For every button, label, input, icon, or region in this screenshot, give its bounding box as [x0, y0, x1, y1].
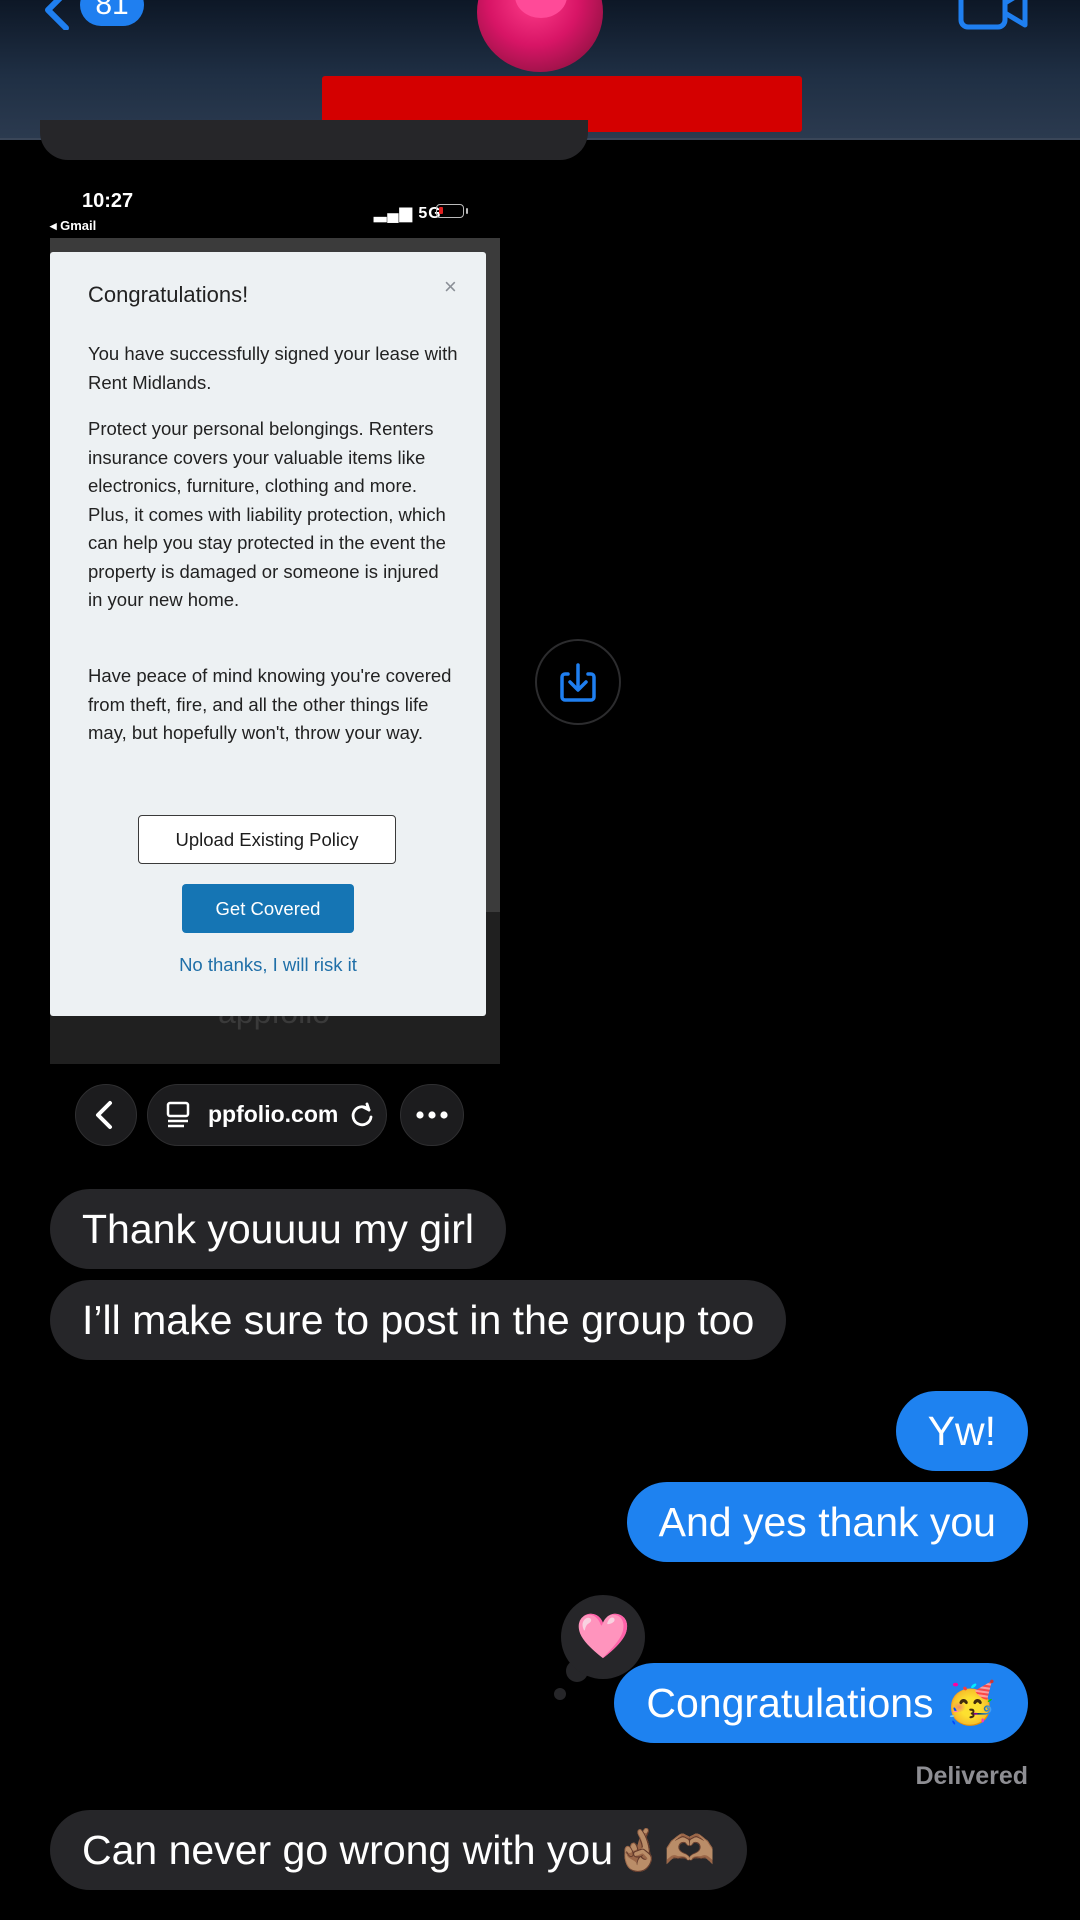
reload-icon[interactable]	[348, 1101, 376, 1129]
back-chevron-icon[interactable]	[38, 0, 78, 30]
modal-paragraph-coverage: Protect your personal belongings. Renter…	[88, 418, 446, 610]
outgoing-message[interactable]: Congratulations 🥳	[614, 1663, 1028, 1743]
page-menu-icon	[166, 1101, 190, 1128]
unread-count-badge[interactable]: 81	[80, 0, 144, 26]
get-covered-button[interactable]: Get Covered	[182, 884, 354, 933]
screenshot-signal: ▂▄▆ 5G	[374, 203, 442, 223]
modal-title: Congratulations!	[88, 282, 249, 307]
url-text[interactable]: ppfolio.com	[208, 1101, 338, 1128]
modal-paragraph-lease: You have successfully signed your lease …	[88, 343, 458, 393]
delivered-status: Delivered	[915, 1762, 1028, 1790]
modal-paragraph-peace-of-mind: Have peace of mind knowing you're covere…	[88, 665, 452, 743]
outgoing-message[interactable]: Yw!	[895, 1391, 1028, 1471]
screenshot-status-time: 10:27	[82, 190, 134, 212]
battery-icon	[436, 204, 468, 218]
upload-policy-button[interactable]: Upload Existing Policy	[138, 815, 396, 864]
pink-heart-icon: 🩷	[575, 1612, 631, 1661]
browser-more-button[interactable]	[400, 1084, 464, 1146]
save-download-icon	[560, 663, 596, 702]
incoming-message[interactable]: I’ll make sure to post in the group too	[50, 1280, 787, 1360]
chevron-left-icon	[96, 1101, 112, 1129]
browser-back-button[interactable]	[75, 1084, 137, 1146]
save-image-button[interactable]	[535, 639, 621, 725]
close-icon[interactable]: ×	[444, 274, 457, 300]
previous-message-bubble	[40, 120, 588, 160]
reaction-tail	[554, 1688, 566, 1700]
more-dots-icon	[416, 1111, 448, 1119]
heart-reaction[interactable]: 🩷	[561, 1595, 645, 1679]
decline-link[interactable]: No thanks, I will risk it	[88, 954, 448, 976]
screenshot-back-source: ◂ Gmail	[50, 218, 97, 233]
incoming-message[interactable]: Can never go wrong with you🤞🏽🫶🏽	[50, 1810, 748, 1890]
signal-bars-icon: ▂▄▆	[374, 205, 413, 222]
video-call-icon[interactable]	[958, 0, 1028, 30]
outgoing-message[interactable]: And yes thank you	[626, 1482, 1028, 1562]
incoming-message[interactable]: Thank youuuu my girl	[50, 1189, 506, 1269]
